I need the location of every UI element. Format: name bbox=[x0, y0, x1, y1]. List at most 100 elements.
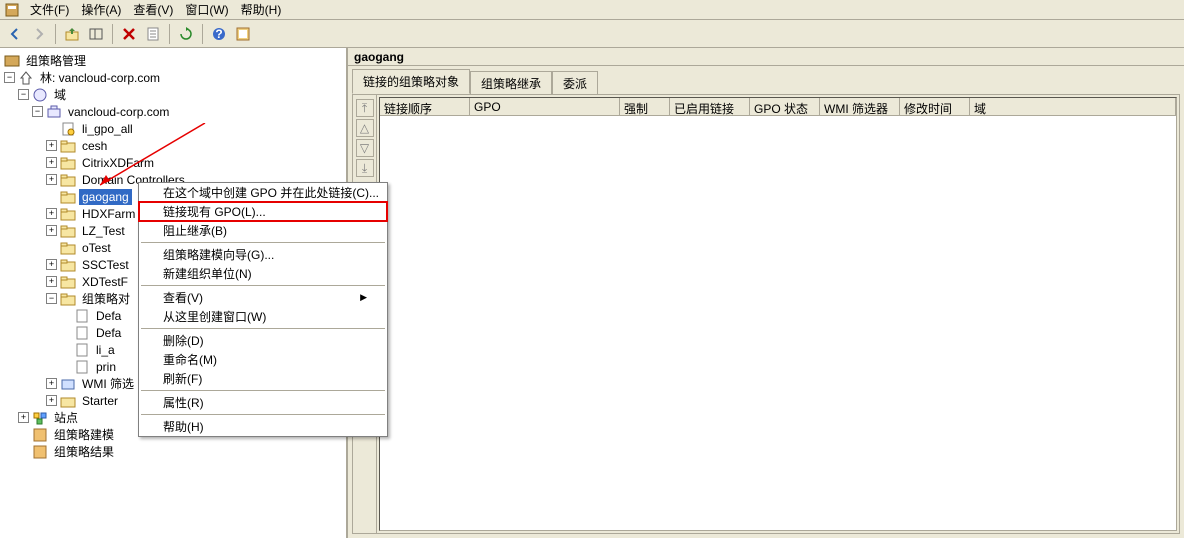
col-wmi[interactable]: WMI 筛选器 bbox=[820, 98, 900, 115]
forest-icon bbox=[18, 70, 34, 86]
expander-plus-icon[interactable]: + bbox=[46, 174, 57, 185]
ctx-properties[interactable]: 属性(R) bbox=[139, 393, 387, 412]
col-linkenabled[interactable]: 已启用链接 bbox=[670, 98, 750, 115]
options-icon bbox=[235, 26, 251, 42]
toolbar-sep-1 bbox=[55, 24, 56, 44]
ctx-create-gpo[interactable]: 在这个域中创建 GPO 并在此处链接(C)... bbox=[139, 183, 387, 202]
tree-forest[interactable]: − 林: vancloud-corp.com bbox=[2, 69, 344, 86]
expander-minus-icon[interactable]: − bbox=[18, 89, 29, 100]
ctx-delete[interactable]: 删除(D) bbox=[139, 331, 387, 350]
menu-bar: 文件(F) 操作(A) 查看(V) 窗口(W) 帮助(H) bbox=[0, 0, 1184, 20]
move-down-button[interactable]: ▽ bbox=[356, 139, 374, 157]
gpos-folder-icon bbox=[60, 291, 76, 307]
ctx-sep-3 bbox=[141, 328, 385, 329]
properties-button[interactable] bbox=[142, 23, 164, 45]
domain-icon bbox=[46, 104, 62, 120]
delete-icon bbox=[121, 26, 137, 42]
ctx-help[interactable]: 帮助(H) bbox=[139, 417, 387, 436]
tab-inheritance[interactable]: 组策略继承 bbox=[470, 71, 552, 96]
tab-content: ⤒ △ ▽ ⤓ 链接顺序 GPO 强制 已启用链接 GPO 状态 WMI 筛选器… bbox=[352, 94, 1180, 534]
expander-plus-icon[interactable]: + bbox=[18, 412, 29, 423]
results-icon bbox=[32, 444, 48, 460]
tree-li-gpo-all[interactable]: li_gpo_all bbox=[2, 120, 344, 137]
help-button[interactable]: ? bbox=[208, 23, 230, 45]
ctx-sep-4 bbox=[141, 390, 385, 391]
svg-text:?: ? bbox=[215, 27, 222, 41]
sites-icon bbox=[32, 410, 48, 426]
ou-icon bbox=[60, 155, 76, 171]
gpo-list-header: 链接顺序 GPO 强制 已启用链接 GPO 状态 WMI 筛选器 修改时间 域 bbox=[380, 98, 1176, 116]
tree-cesh[interactable]: +cesh bbox=[2, 137, 344, 154]
delete-button[interactable] bbox=[118, 23, 140, 45]
expander-plus-icon[interactable]: + bbox=[46, 259, 57, 270]
modeling-icon bbox=[32, 427, 48, 443]
up-button[interactable] bbox=[61, 23, 83, 45]
expander-plus-icon[interactable]: + bbox=[46, 276, 57, 287]
expander-plus-icon[interactable]: + bbox=[46, 208, 57, 219]
back-button[interactable] bbox=[4, 23, 26, 45]
options-button[interactable] bbox=[232, 23, 254, 45]
refresh-button[interactable] bbox=[175, 23, 197, 45]
col-gpostatus[interactable]: GPO 状态 bbox=[750, 98, 820, 115]
expander-minus-icon[interactable]: − bbox=[32, 106, 43, 117]
double-up-icon: ⤒ bbox=[362, 101, 367, 116]
expander-plus-icon[interactable]: + bbox=[46, 157, 57, 168]
move-up-button[interactable]: △ bbox=[356, 119, 374, 137]
menu-file[interactable]: 文件(F) bbox=[24, 0, 75, 20]
tree-domain[interactable]: − vancloud-corp.com bbox=[2, 103, 344, 120]
menu-window[interactable]: 窗口(W) bbox=[179, 0, 234, 20]
ctx-rename[interactable]: 重命名(M) bbox=[139, 350, 387, 369]
tree-root[interactable]: 组策略管理 bbox=[2, 52, 344, 69]
ctx-new-ou[interactable]: 新建组织单位(N) bbox=[139, 264, 387, 283]
show-hide-button[interactable] bbox=[85, 23, 107, 45]
starter-icon bbox=[60, 393, 76, 409]
move-bottom-button[interactable]: ⤓ bbox=[356, 159, 374, 177]
ou-icon bbox=[60, 189, 76, 205]
back-icon bbox=[7, 26, 23, 42]
expander-plus-icon[interactable]: + bbox=[46, 140, 57, 151]
domain-label: vancloud-corp.com bbox=[65, 104, 172, 120]
mmc-root-icon bbox=[4, 53, 20, 69]
tree-citrix[interactable]: +CitrixXDFarm bbox=[2, 154, 344, 171]
ctx-refresh[interactable]: 刷新(F) bbox=[139, 369, 387, 388]
ctx-modeling-wizard[interactable]: 组策略建模向导(G)... bbox=[139, 245, 387, 264]
double-down-icon: ⤓ bbox=[362, 161, 367, 176]
col-domain[interactable]: 域 bbox=[970, 98, 1176, 115]
expander-plus-icon[interactable]: + bbox=[46, 225, 57, 236]
gpo-list[interactable]: 链接顺序 GPO 强制 已启用链接 GPO 状态 WMI 筛选器 修改时间 域 bbox=[379, 97, 1177, 531]
expander-minus-icon[interactable]: − bbox=[46, 293, 57, 304]
move-top-button[interactable]: ⤒ bbox=[356, 99, 374, 117]
col-modified[interactable]: 修改时间 bbox=[900, 98, 970, 115]
gpo-link-icon bbox=[60, 121, 76, 137]
ctx-link-gpo[interactable]: 链接现有 GPO(L)... bbox=[139, 202, 387, 221]
col-gpo[interactable]: GPO bbox=[470, 98, 620, 115]
tree-results[interactable]: 组策略结果 bbox=[2, 443, 344, 460]
menu-view[interactable]: 查看(V) bbox=[127, 0, 179, 20]
expander-plus-icon[interactable]: + bbox=[46, 378, 57, 389]
wmi-icon bbox=[60, 376, 76, 392]
tree-domains[interactable]: − 域 bbox=[2, 86, 344, 103]
gpo-icon bbox=[74, 308, 90, 324]
ctx-new-window[interactable]: 从这里创建窗口(W) bbox=[139, 307, 387, 326]
gpo-icon bbox=[74, 342, 90, 358]
tab-linked-gpos[interactable]: 链接的组策略对象 bbox=[352, 69, 470, 94]
toolbar-sep-4 bbox=[202, 24, 203, 44]
context-menu: 在这个域中创建 GPO 并在此处链接(C)... 链接现有 GPO(L)... … bbox=[138, 182, 388, 437]
folder-up-icon bbox=[64, 26, 80, 42]
ctx-view[interactable]: 查看(V) bbox=[139, 288, 387, 307]
forward-button[interactable] bbox=[28, 23, 50, 45]
ou-icon bbox=[60, 138, 76, 154]
tab-delegation[interactable]: 委派 bbox=[552, 71, 598, 96]
down-icon: ▽ bbox=[360, 141, 369, 155]
refresh-icon bbox=[178, 26, 194, 42]
menu-action[interactable]: 操作(A) bbox=[75, 0, 127, 20]
menu-help[interactable]: 帮助(H) bbox=[235, 0, 288, 20]
expander-plus-icon[interactable]: + bbox=[46, 395, 57, 406]
expander-minus-icon[interactable]: − bbox=[4, 72, 15, 83]
ctx-block-inherit[interactable]: 阻止继承(B) bbox=[139, 221, 387, 240]
col-enforced[interactable]: 强制 bbox=[620, 98, 670, 115]
forward-icon bbox=[31, 26, 47, 42]
ou-icon bbox=[60, 206, 76, 222]
col-order[interactable]: 链接顺序 bbox=[380, 98, 470, 115]
ou-icon bbox=[60, 240, 76, 256]
